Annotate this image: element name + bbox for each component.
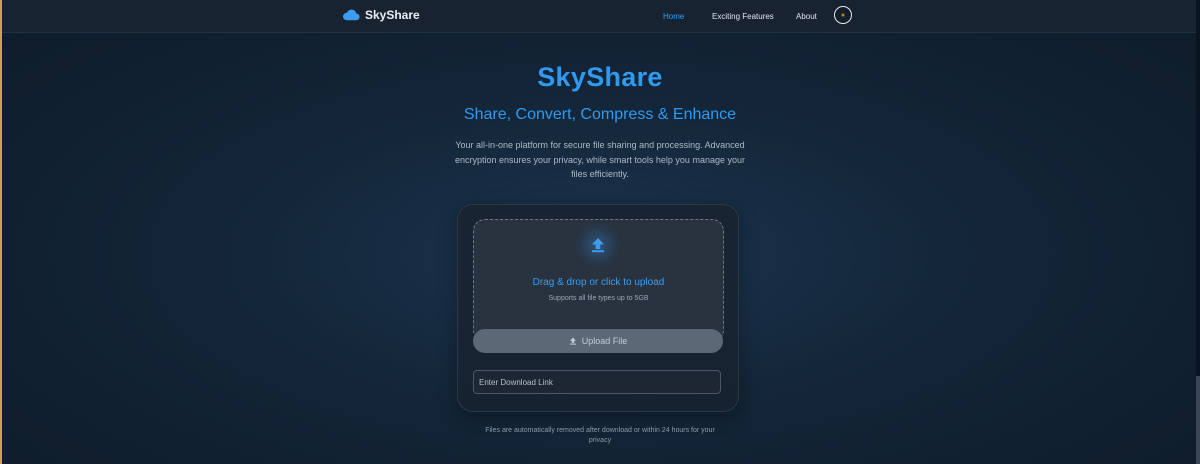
- upload-icon: [569, 337, 576, 345]
- dropzone-hint: Supports all file types up to 5GB: [548, 295, 649, 302]
- dropzone-title: Drag & drop or click to upload: [532, 277, 665, 288]
- nav-link-home[interactable]: Home: [663, 12, 684, 21]
- file-dropzone[interactable]: Drag & drop or click to upload Supports …: [473, 219, 724, 342]
- hero-description: Your all-in-one platform for secure file…: [455, 140, 745, 179]
- scrollbar-thumb[interactable]: [1196, 376, 1200, 464]
- hero-subtitle: Share, Convert, Compress & Enhance: [463, 106, 737, 123]
- brand-name: SkyShare: [365, 8, 420, 22]
- nav-link-exciting-features[interactable]: Exciting Features: [712, 12, 774, 21]
- upload-file-button-label: Upload File: [581, 336, 628, 346]
- privacy-footnote: Files are automatically removed after do…: [485, 427, 715, 444]
- download-link-input[interactable]: [473, 370, 721, 394]
- hero-title: SkyShare: [537, 62, 663, 92]
- brand[interactable]: SkyShare: [342, 8, 420, 22]
- upload-file-button[interactable]: Upload File: [473, 329, 723, 353]
- upload-arrow-icon: [592, 238, 604, 253]
- navbar: SkyShare Home Exciting Features About: [2, 0, 1196, 33]
- nav-link-about[interactable]: About: [796, 12, 817, 21]
- cloud-icon: [342, 9, 360, 21]
- upload-icon-circle: [575, 222, 621, 268]
- upload-card: Drag & drop or click to upload Supports …: [457, 204, 739, 412]
- gear-icon: [841, 13, 845, 17]
- theme-toggle-button[interactable]: [834, 6, 852, 24]
